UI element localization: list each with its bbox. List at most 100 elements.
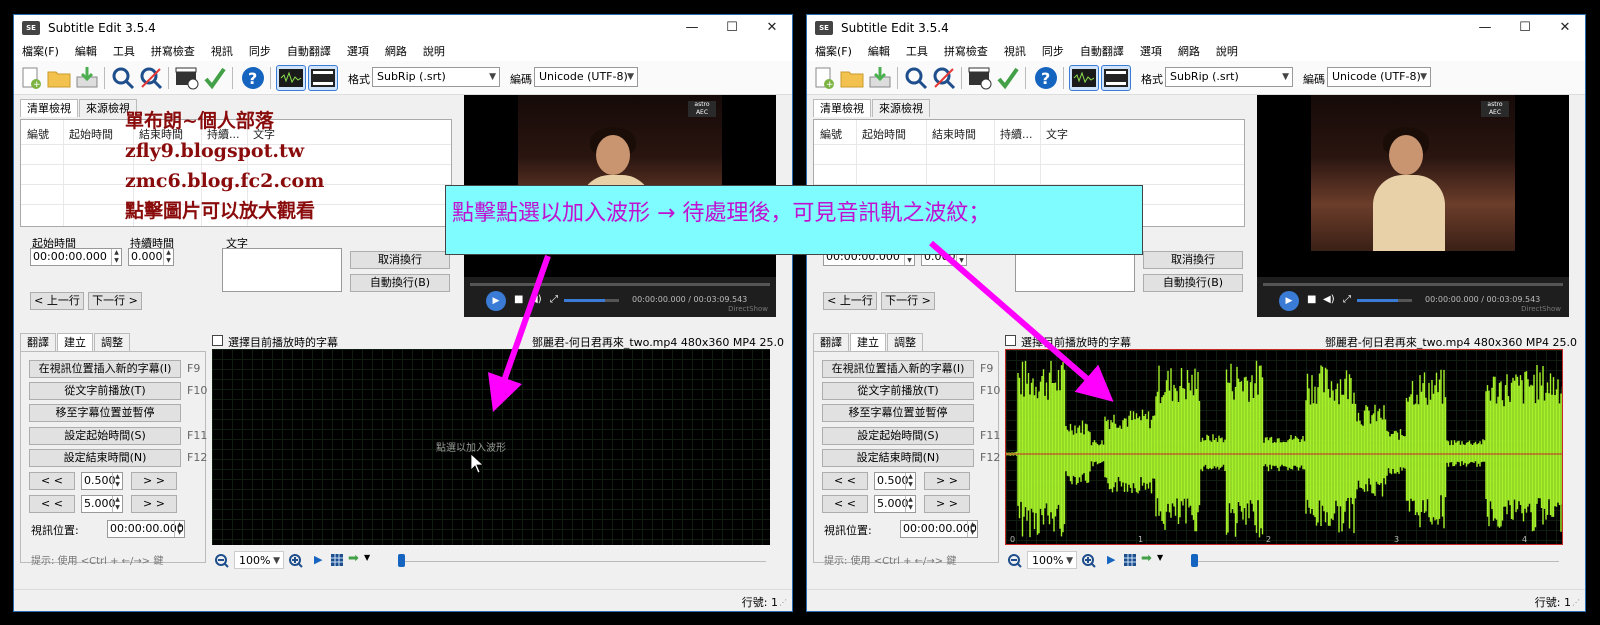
waveform-panel[interactable]: 點選以加入波形: [212, 349, 770, 545]
tab-list-view[interactable]: 清單檢視: [20, 99, 78, 117]
video-toggle-icon[interactable]: [1101, 65, 1131, 91]
arrow-forward-icon[interactable]: ➡: [1141, 551, 1152, 566]
column-number[interactable]: 編號: [820, 126, 842, 142]
step-large-input[interactable]: 5.000 ▲ ▼: [81, 495, 123, 513]
zoom-out-icon[interactable]: [214, 553, 230, 569]
save-icon[interactable]: [867, 65, 893, 91]
select-current-checkbox[interactable]: [1005, 335, 1016, 346]
goto-subtitle-pause-button[interactable]: 移至字幕位置並暫停: [822, 404, 974, 422]
stop-icon[interactable]: ■: [1307, 294, 1316, 305]
tab-translate[interactable]: 翻譯: [20, 333, 56, 351]
auto-break-button[interactable]: 自動換行(B): [350, 274, 450, 292]
waveform-position-track[interactable]: [1191, 561, 1559, 562]
zoom-out-icon[interactable]: [1007, 553, 1023, 569]
subtitle-edit-window-before[interactable]: SE Subtitle Edit 3.5.4 — ☐ ✕ 檔案(F) 編輯 工具…: [13, 14, 793, 612]
play-selection-icon[interactable]: ▶: [314, 553, 322, 566]
close-button[interactable]: ✕: [1545, 15, 1585, 41]
zoom-select[interactable]: 100% ▼: [1027, 551, 1077, 569]
menu-tools[interactable]: 工具: [113, 43, 135, 59]
new-file-icon[interactable]: +: [811, 65, 837, 91]
close-button[interactable]: ✕: [752, 15, 792, 41]
format-select[interactable]: SubRip (.srt) ▼: [1165, 67, 1293, 87]
menu-autotranslate[interactable]: 自動翻譯: [287, 43, 331, 59]
minimize-button[interactable]: —: [1465, 15, 1505, 41]
waveform-position-thumb[interactable]: [1191, 554, 1198, 567]
duration-input[interactable]: 0.000 ▲▼: [128, 248, 174, 266]
zoom-select[interactable]: 100% ▼: [234, 551, 284, 569]
set-start-time-button[interactable]: 設定起始時間(S): [822, 427, 974, 445]
open-folder-icon[interactable]: [46, 65, 72, 91]
menu-video[interactable]: 視訊: [211, 43, 233, 59]
set-start-time-button[interactable]: 設定起始時間(S): [29, 427, 181, 445]
menu-file[interactable]: 檔案(F): [815, 43, 852, 59]
back-button[interactable]: < <: [822, 472, 868, 490]
spinner-icon[interactable]: ▲▼: [112, 473, 122, 489]
back-large-button[interactable]: < <: [29, 495, 75, 513]
forward-large-button[interactable]: > >: [131, 495, 177, 513]
menu-sync[interactable]: 同步: [1042, 43, 1064, 59]
tab-create[interactable]: 建立: [850, 333, 886, 351]
column-start[interactable]: 起始時間: [862, 126, 906, 142]
open-folder-icon[interactable]: [839, 65, 865, 91]
back-large-button[interactable]: < <: [822, 495, 868, 513]
video-position-input[interactable]: 00:00:00.000 ▲ ▼: [107, 520, 185, 538]
play-from-text-button[interactable]: 從文字前播放(T): [822, 382, 974, 400]
grid-icon[interactable]: [330, 553, 344, 567]
menu-sync[interactable]: 同步: [249, 43, 271, 59]
encoding-select[interactable]: Unicode (UTF-8) ▼: [534, 67, 638, 87]
menu-tools[interactable]: 工具: [906, 43, 928, 59]
title-bar[interactable]: SE Subtitle Edit 3.5.4 — ☐ ✕: [807, 15, 1585, 41]
tab-source-view[interactable]: 來源檢視: [872, 99, 930, 117]
set-end-time-button[interactable]: 設定結束時間(N): [29, 449, 181, 467]
subtitle-text-input[interactable]: [222, 248, 342, 292]
volume-icon[interactable]: ◀): [1323, 294, 1335, 305]
spinner-icon[interactable]: ▲▼: [112, 496, 122, 512]
video-toggle-icon[interactable]: [308, 65, 338, 91]
video-seek-bar[interactable]: [1263, 283, 1563, 286]
spell-check-icon[interactable]: [202, 65, 228, 91]
play-from-text-button[interactable]: 從文字前播放(T): [29, 382, 181, 400]
zoom-in-icon[interactable]: [288, 553, 304, 569]
replace-icon[interactable]: [931, 65, 957, 91]
video-player[interactable]: astro AEC ▶ ■ ◀) ⤢ 00:00:00.000 / 00:03:…: [1257, 95, 1569, 317]
column-end[interactable]: 結束時間: [932, 126, 976, 142]
new-file-icon[interactable]: +: [18, 65, 44, 91]
set-end-time-button[interactable]: 設定結束時間(N): [822, 449, 974, 467]
replace-icon[interactable]: [138, 65, 164, 91]
forward-large-button[interactable]: > >: [924, 495, 970, 513]
unbreak-button[interactable]: 取消換行: [1143, 251, 1243, 269]
step-small-input[interactable]: 0.500 ▲ ▼: [81, 472, 123, 490]
menu-options[interactable]: 選項: [347, 43, 369, 59]
menu-edit[interactable]: 編輯: [75, 43, 97, 59]
maximize-button[interactable]: ☐: [712, 15, 752, 41]
video-position-input[interactable]: 00:00:00.000 ▲ ▼: [900, 520, 978, 538]
visual-sync-icon[interactable]: [174, 65, 200, 91]
spinner-icon[interactable]: ▲▼: [163, 249, 173, 265]
menu-file[interactable]: 檔案(F): [22, 43, 59, 59]
help-icon[interactable]: ?: [1033, 65, 1059, 91]
title-bar[interactable]: SE Subtitle Edit 3.5.4 — ☐ ✕: [14, 15, 792, 41]
menu-spellcheck[interactable]: 拼寫檢查: [944, 43, 988, 59]
forward-button[interactable]: > >: [924, 472, 970, 490]
previous-line-button[interactable]: < 上一行: [823, 292, 877, 310]
auto-break-button[interactable]: 自動換行(B): [1143, 274, 1243, 292]
visual-sync-icon[interactable]: [967, 65, 993, 91]
volume-icon[interactable]: ◀): [530, 294, 542, 305]
back-button[interactable]: < <: [29, 472, 75, 490]
tab-adjust[interactable]: 調整: [887, 333, 923, 351]
goto-subtitle-pause-button[interactable]: 移至字幕位置並暫停: [29, 404, 181, 422]
column-text[interactable]: 文字: [1046, 126, 1068, 142]
volume-slider[interactable]: [564, 299, 619, 302]
unbreak-button[interactable]: 取消換行: [350, 251, 450, 269]
menu-autotranslate[interactable]: 自動翻譯: [1080, 43, 1124, 59]
menu-video[interactable]: 視訊: [1004, 43, 1026, 59]
forward-button[interactable]: > >: [131, 472, 177, 490]
encoding-select[interactable]: Unicode (UTF-8) ▼: [1327, 67, 1431, 87]
fullscreen-icon[interactable]: ⤢: [550, 294, 558, 305]
menu-edit[interactable]: 編輯: [868, 43, 890, 59]
insert-subtitle-button[interactable]: 在視訊位置插入新的字幕(I): [822, 360, 974, 378]
tab-list-view[interactable]: 清單檢視: [813, 99, 871, 117]
column-number[interactable]: 編號: [27, 126, 49, 142]
waveform-position-track[interactable]: [398, 561, 766, 562]
video-seek-bar[interactable]: [470, 283, 770, 286]
